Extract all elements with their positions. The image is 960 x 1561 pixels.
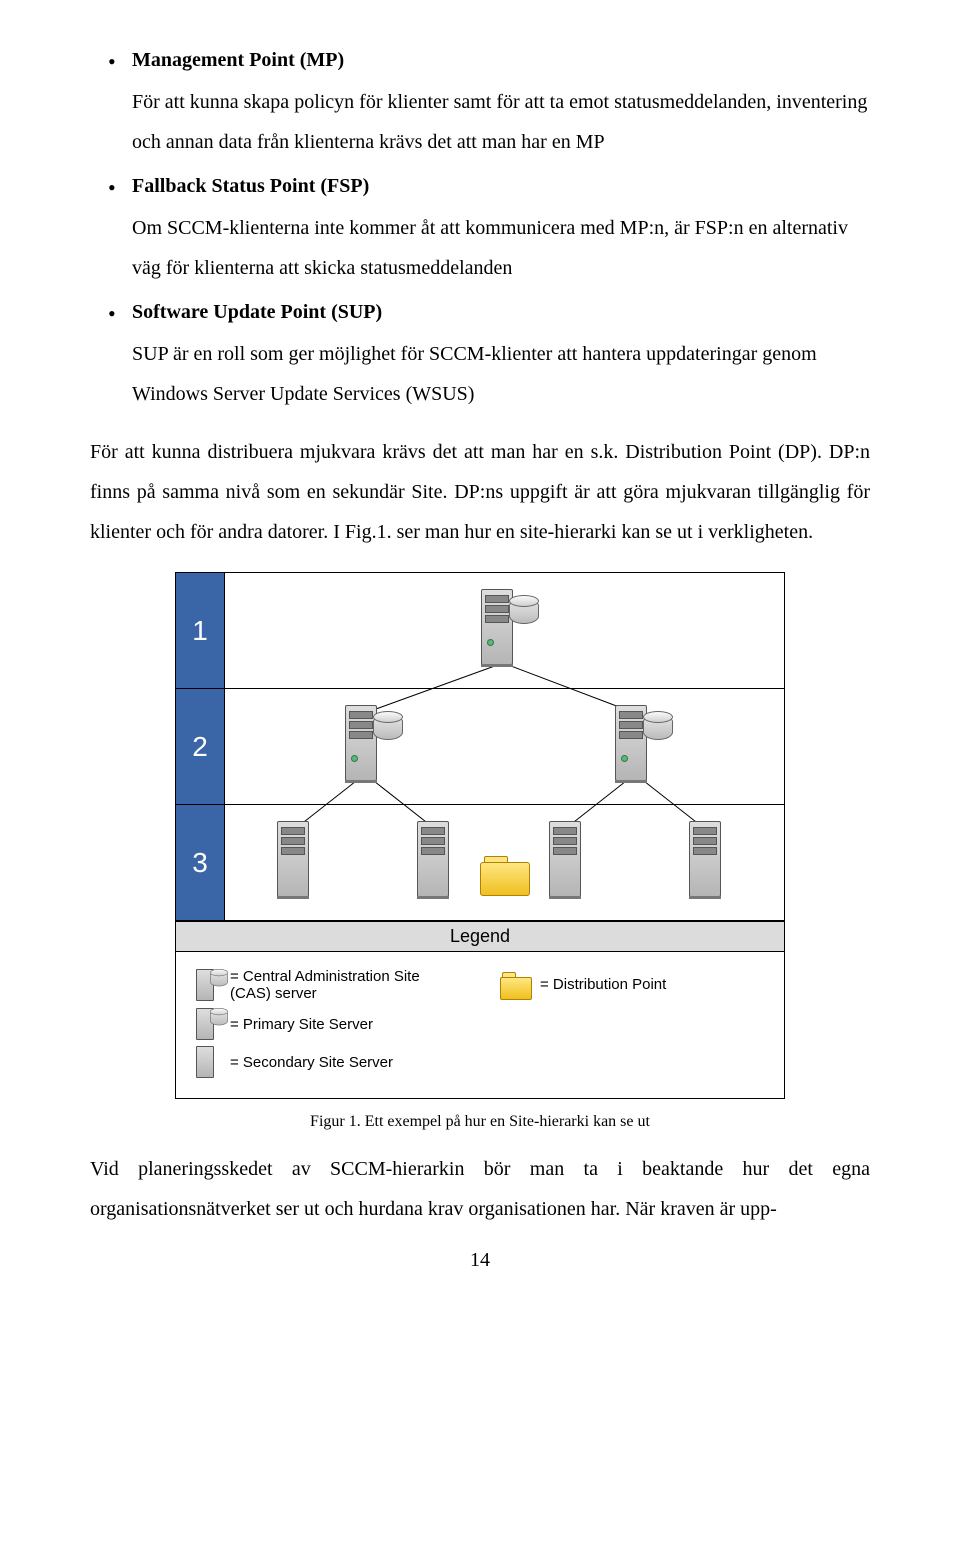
tier-3: 3 <box>176 805 784 921</box>
bullet-list: Management Point (MP) För att kunna skap… <box>90 40 870 414</box>
tier-2: 2 <box>176 689 784 805</box>
tier-3-content <box>225 805 784 920</box>
legend-row-secondary: = Secondary Site Server <box>190 1046 460 1078</box>
bullet-sup-head: Software Update Point (SUP) <box>132 301 382 323</box>
bullet-fsp-head: Fallback Status Point (FSP) <box>132 175 369 197</box>
tier-3-number: 3 <box>176 805 225 920</box>
legend-dp-text: = Distribution Point <box>540 976 666 993</box>
bullet-sup-text: SUP är en roll som ger möjlighet för SCC… <box>132 334 870 414</box>
secondary-server-3-icon <box>541 819 589 897</box>
legend-cas-icon <box>190 969 222 1001</box>
figure-caption: Figur 1. Ett exempel på hur en Site-hier… <box>176 1113 784 1131</box>
tier-1-number: 1 <box>176 573 225 688</box>
legend-row-cas: = Central Administration Site (CAS) serv… <box>190 968 460 1002</box>
primary-server-2-icon <box>607 703 655 781</box>
figure-container: 1 <box>90 572 870 1131</box>
legend-dp-icon <box>500 968 532 1000</box>
tier-2-lines <box>225 689 784 804</box>
legend-primary-icon <box>190 1008 222 1040</box>
legend-secondary-text: = Secondary Site Server <box>230 1054 393 1071</box>
hierarchy-figure: 1 <box>175 572 785 1099</box>
bullet-mp-head: Management Point (MP) <box>132 49 344 71</box>
paragraph-dp: För att kunna distribuera mjukvara krävs… <box>90 432 870 552</box>
bullet-fsp: Fallback Status Point (FSP) Om SCCM-klie… <box>90 166 870 288</box>
secondary-server-4-icon <box>681 819 729 897</box>
bullet-mp-text: För att kunna skapa policyn för klienter… <box>132 82 870 162</box>
paragraph-planning: Vid planeringsskedet av SCCM-hierarkin b… <box>90 1149 870 1229</box>
dp-folder-1-icon <box>480 856 530 896</box>
page-number: 14 <box>90 1249 870 1272</box>
legend-body: = Central Administration Site (CAS) serv… <box>176 952 784 1098</box>
bullet-mp: Management Point (MP) För att kunna skap… <box>90 40 870 162</box>
legend-secondary-icon <box>190 1046 222 1078</box>
page-body: Management Point (MP) För att kunna skap… <box>0 0 960 1292</box>
legend-cas-text: = Central Administration Site (CAS) serv… <box>230 968 460 1002</box>
bullet-sup: Software Update Point (SUP) SUP är en ro… <box>90 292 870 414</box>
bullet-fsp-text: Om SCCM-klienterna inte kommer åt att ko… <box>132 208 870 288</box>
tier-1-content <box>225 573 784 688</box>
secondary-server-1-icon <box>269 819 317 897</box>
legend-primary-text: = Primary Site Server <box>230 1016 373 1033</box>
cas-server-icon <box>473 587 521 665</box>
legend-title: Legend <box>176 921 784 952</box>
tier-2-content <box>225 689 784 804</box>
secondary-server-2-icon <box>409 819 457 897</box>
tier-2-number: 2 <box>176 689 225 804</box>
legend-row-primary: = Primary Site Server <box>190 1008 460 1040</box>
legend-row-dp: = Distribution Point <box>500 968 770 1000</box>
legend: Legend = Central Administration Site (CA… <box>176 921 784 1098</box>
primary-server-1-icon <box>337 703 385 781</box>
tier-1: 1 <box>176 573 784 689</box>
